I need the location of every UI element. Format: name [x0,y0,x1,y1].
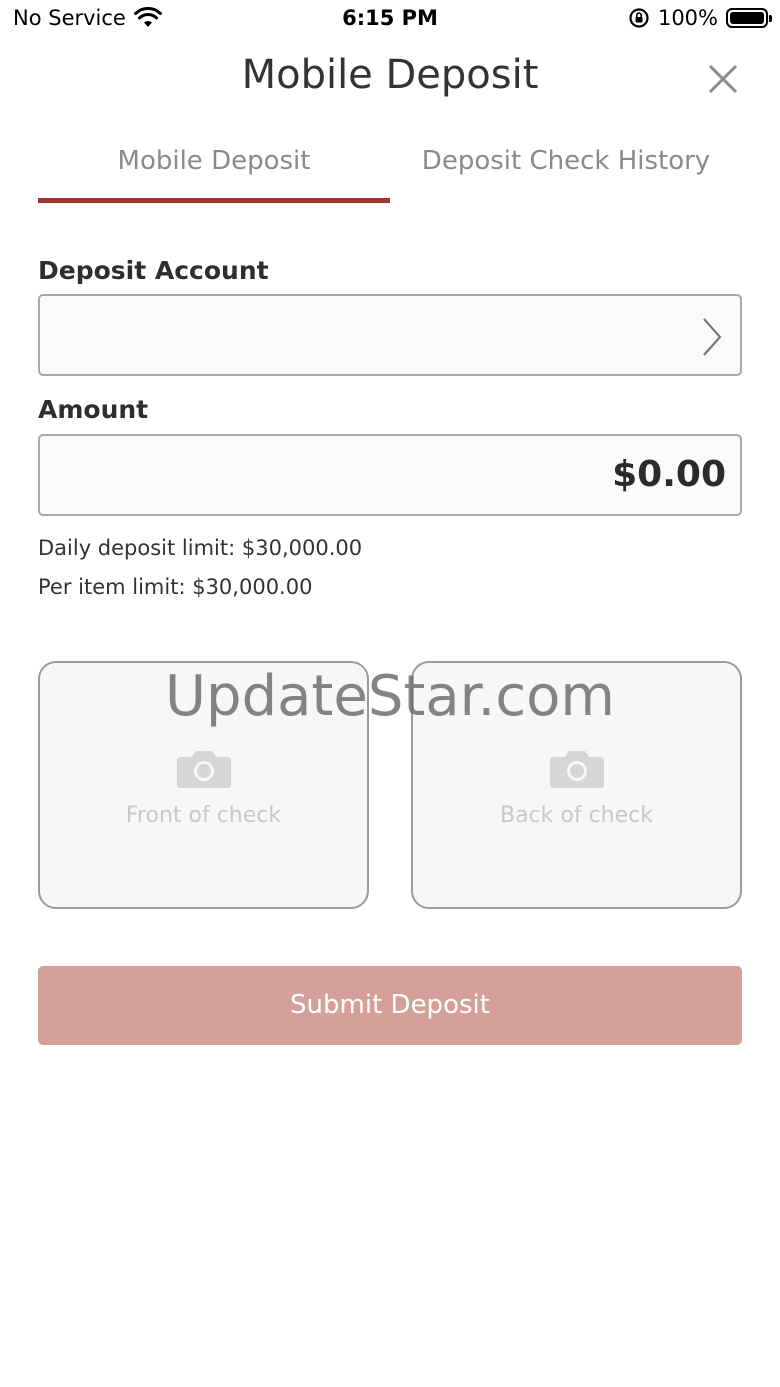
battery-percent: 100% [657,6,718,30]
front-of-check-capture[interactable]: Front of check [38,661,369,909]
tab-bar: Mobile Deposit Deposit Check History [38,140,742,206]
submit-deposit-button[interactable]: Submit Deposit [38,966,742,1045]
tab-mobile-deposit[interactable]: Mobile Deposit [38,140,390,206]
active-tab-indicator [38,198,390,203]
chevron-right-icon [703,318,722,356]
daily-deposit-limit: Daily deposit limit: $30,000.00 [38,536,363,560]
close-icon [708,64,738,94]
camera-icon [549,751,604,788]
battery-icon [726,8,772,28]
status-bar: No Service 6:15 PM 100% [0,0,780,40]
back-of-check-capture[interactable]: Back of check [411,661,742,909]
camera-icon [176,751,231,788]
amount-value: $0.00 [612,454,726,495]
orientation-lock-icon [629,8,649,28]
deposit-account-selector[interactable] [38,294,742,376]
close-button[interactable] [706,62,746,96]
amount-input[interactable]: $0.00 [38,434,742,516]
front-of-check-label: Front of check [125,803,282,828]
status-right: 100% [628,6,772,30]
per-item-limit: Per item limit: $30,000.00 [38,575,313,599]
back-of-check-label: Back of check [499,803,653,828]
amount-label: Amount [38,395,149,424]
page-title: Mobile Deposit [241,52,539,98]
tab-deposit-check-history[interactable]: Deposit Check History [390,140,742,206]
deposit-account-label: Deposit Account [38,256,269,285]
